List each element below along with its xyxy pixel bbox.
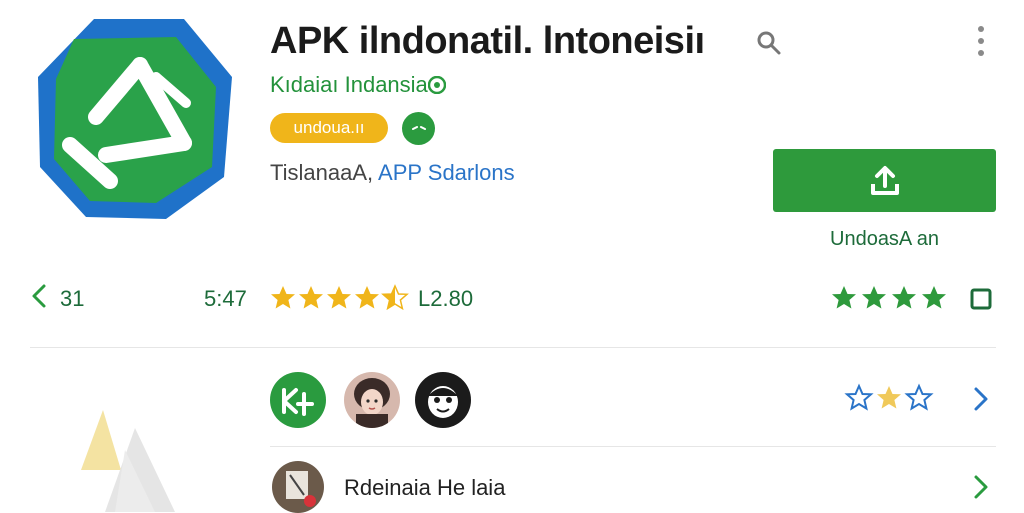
category-link[interactable]: APP Sdarlons	[378, 160, 515, 185]
back-count: 31	[60, 286, 85, 311]
category-text: TislanaaA,	[270, 160, 379, 185]
bookmark-icon[interactable]	[969, 287, 993, 311]
time-value: 5:47	[204, 286, 247, 311]
avatar[interactable]	[415, 372, 471, 428]
watermark-logo	[81, 410, 175, 512]
star-icon	[862, 286, 886, 309]
list-item-label[interactable]: Rdeinaia He laia	[344, 475, 505, 501]
chevron-right-icon[interactable]	[973, 386, 989, 412]
app-icon	[38, 19, 232, 219]
download-button[interactable]	[773, 149, 996, 212]
divider	[270, 446, 996, 447]
star-icon	[892, 286, 916, 309]
avatar[interactable]	[270, 372, 326, 428]
star-icon	[271, 286, 295, 309]
install-pill[interactable]: undoua.ıı	[270, 113, 388, 143]
divider	[30, 347, 996, 348]
star-icon	[355, 286, 379, 309]
list-thumbnail[interactable]	[272, 461, 324, 513]
rating-stars-green	[832, 286, 946, 309]
star-icon	[327, 286, 351, 309]
star-icon	[832, 286, 856, 309]
star-icon	[299, 286, 323, 309]
verified-badge-icon	[428, 76, 446, 94]
star-icon	[922, 286, 946, 309]
more-vert-icon[interactable]	[972, 24, 990, 58]
rating-stars	[271, 285, 408, 310]
app-title: APK ilndonatil. lntoneisiı	[270, 20, 705, 62]
upload-arrow-icon	[870, 165, 899, 195]
developer-name[interactable]: Kıdaiaı Indansia	[270, 72, 428, 98]
chevron-right-icon[interactable]	[973, 474, 989, 500]
info-dot-icon[interactable]	[402, 112, 435, 145]
download-label: UndoasA an	[830, 228, 939, 250]
rating-count: L2.80	[418, 286, 474, 311]
chevron-left-icon[interactable]	[30, 283, 48, 309]
category-row: TislanaaA, APP Sdarlons	[270, 160, 515, 186]
search-icon[interactable]	[756, 30, 782, 56]
avatar[interactable]	[344, 372, 400, 428]
outline-stars	[846, 385, 932, 410]
